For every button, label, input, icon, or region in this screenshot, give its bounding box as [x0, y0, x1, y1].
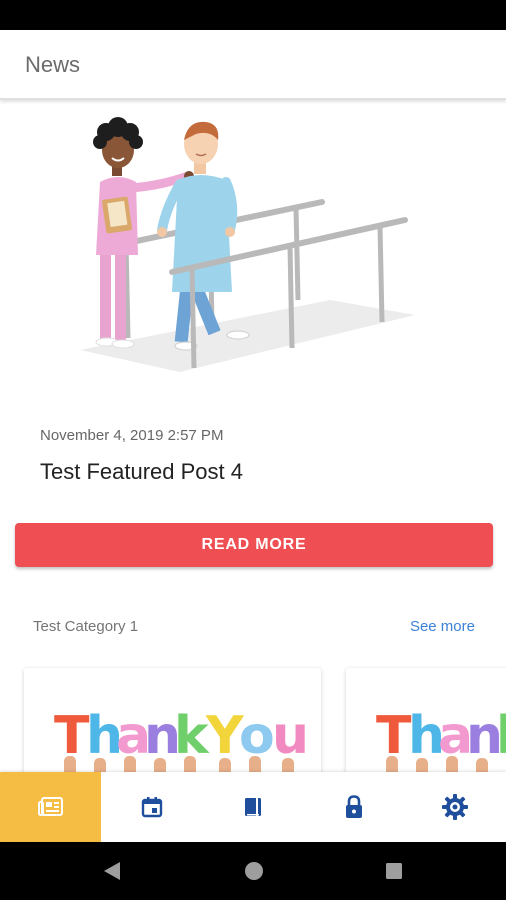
news-icon — [37, 797, 63, 816]
bottom-nav — [0, 772, 506, 842]
nav-library[interactable] — [202, 772, 303, 842]
calendar-icon — [141, 797, 162, 818]
lock-icon — [346, 795, 363, 818]
back-icon[interactable] — [102, 861, 122, 881]
category-title: Test Category 1 — [33, 618, 139, 635]
nav-secure[interactable] — [304, 772, 405, 842]
thank-you-image: T h a n k Y o u — [54, 706, 309, 772]
svg-text:u: u — [272, 706, 309, 766]
see-more-link[interactable]: See more — [410, 618, 475, 635]
page-title: News — [25, 52, 81, 77]
home-icon[interactable] — [244, 861, 264, 881]
book-icon — [244, 798, 261, 816]
read-more-button[interactable]: READ MORE — [15, 523, 493, 567]
system-nav-bar — [0, 842, 506, 900]
settings-icon — [442, 794, 469, 820]
news-feed[interactable]: November 4, 2019 2:57 PM Test Featured P… — [0, 102, 506, 772]
nav-news[interactable] — [0, 772, 102, 842]
nav-settings[interactable] — [405, 772, 506, 842]
featured-post-image[interactable] — [60, 110, 440, 400]
category-card[interactable]: T h a n k — [346, 668, 506, 772]
status-bar — [0, 0, 506, 30]
category-card[interactable]: T h a n k Y o u — [24, 668, 321, 772]
thank-you-image: T h a n k — [376, 706, 506, 772]
app-bar: News — [0, 30, 506, 100]
recents-icon[interactable] — [384, 861, 404, 881]
nav-calendar[interactable] — [101, 772, 202, 842]
post-title[interactable]: Test Featured Post 4 — [40, 459, 243, 485]
svg-text:k: k — [496, 706, 506, 766]
post-date: November 4, 2019 2:57 PM — [40, 427, 224, 444]
